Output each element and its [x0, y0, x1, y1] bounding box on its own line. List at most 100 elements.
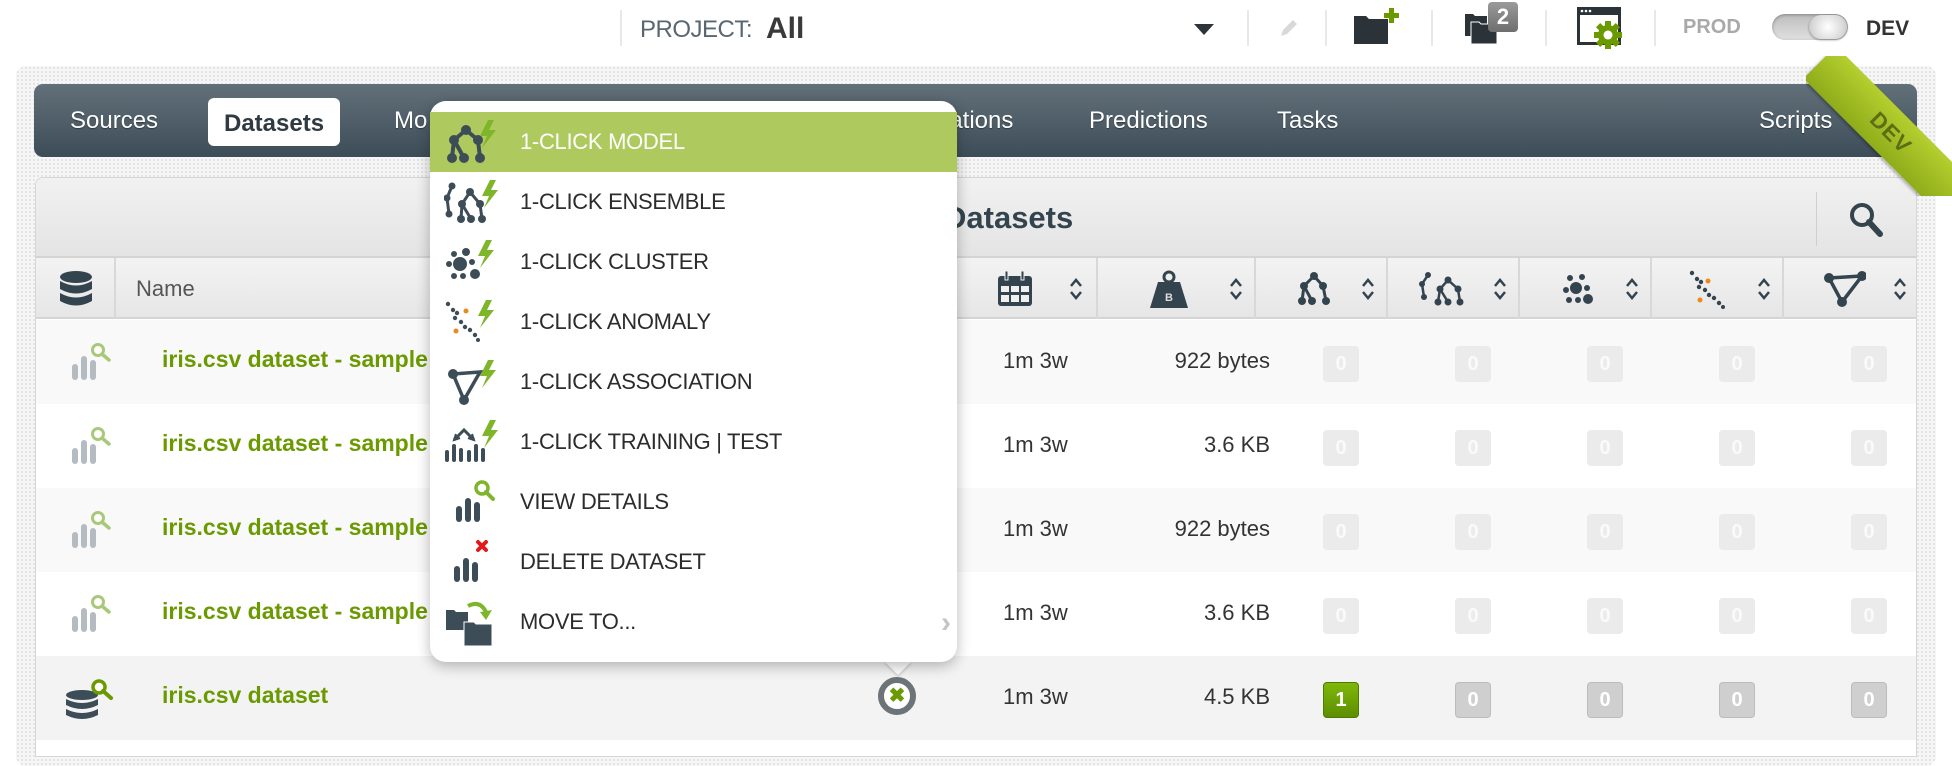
menu-item-label: DELETE DATASET [520, 549, 706, 574]
model-count-badge[interactable]: 0 [1323, 346, 1359, 382]
dataset-size: 3.6 KB [1203, 432, 1270, 457]
close-menu-button[interactable]: ✖ [878, 677, 916, 715]
anomaly-count-badge[interactable]: 0 [1719, 346, 1755, 382]
search-icon[interactable] [1846, 200, 1886, 240]
svg-text:B: B [1165, 292, 1173, 304]
top-bar: PROJECT: All 2 PROD DEV [0, 0, 1952, 60]
one-click-ensemble-icon [444, 180, 498, 223]
dataset-details-icon[interactable] [64, 678, 114, 720]
pencil-icon[interactable] [1277, 16, 1301, 40]
sample-dataset-icon[interactable] [64, 342, 114, 384]
header-anomalies[interactable] [1652, 258, 1784, 319]
dataset-name-link[interactable]: iris.csv dataset - sample [162, 598, 428, 625]
table-row[interactable]: iris.csv dataset - sample 1m 3w 3.6 KB 0 0 0 0… [36, 572, 1916, 656]
menu-item-delete-dataset[interactable]: DELETE DATASET [430, 532, 957, 592]
sort-icon[interactable] [1756, 276, 1772, 302]
table-row[interactable]: iris.csv dataset - sample 1m 3w 3.6 KB 0 0 0 0… [36, 404, 1916, 488]
nav-tasks[interactable]: Tasks [1277, 107, 1338, 135]
env-prod-label[interactable]: PROD [1683, 16, 1741, 39]
menu-item-1-click-model[interactable]: 1-CLICK MODEL [430, 112, 957, 172]
association-count-badge[interactable]: 0 [1851, 346, 1887, 382]
header-age[interactable] [956, 258, 1098, 319]
sort-icon[interactable] [1228, 276, 1244, 302]
env-dev-label[interactable]: DEV [1866, 17, 1909, 41]
sample-dataset-icon[interactable] [64, 594, 114, 636]
move-to-icon [446, 602, 493, 646]
cluster-count-badge[interactable]: 0 [1587, 430, 1623, 466]
table-row[interactable]: iris.csv dataset - sample 1m 3w 922 bytes 0… [36, 488, 1916, 572]
association-count-badge[interactable]: 0 [1851, 598, 1887, 634]
menu-item-move-to[interactable]: MOVE TO... › [430, 592, 957, 652]
header-associations[interactable] [1784, 258, 1916, 319]
divider [1654, 10, 1656, 46]
cluster-count-badge[interactable]: 0 [1587, 514, 1623, 550]
cluster-count-badge[interactable]: 0 [1587, 346, 1623, 382]
env-toggle[interactable] [1772, 14, 1848, 40]
model-count-badge[interactable]: 0 [1323, 598, 1359, 634]
ensemble-count-badge[interactable]: 0 [1455, 430, 1491, 466]
header-ensembles[interactable] [1388, 258, 1520, 319]
sort-icon[interactable] [1360, 276, 1376, 302]
model-count-badge[interactable]: 0 [1323, 514, 1359, 550]
nav-models[interactable]: Mo [394, 107, 427, 135]
sort-icon[interactable] [1892, 276, 1908, 302]
menu-item-1-click-association[interactable]: 1-CLICK ASSOCIATION [430, 352, 957, 412]
env-toggle-knob[interactable] [1809, 15, 1847, 39]
sample-dataset-icon[interactable] [64, 426, 114, 468]
ensemble-count-badge[interactable]: 0 [1455, 598, 1491, 634]
dataset-size: 3.6 KB [1203, 600, 1270, 625]
settings-window-icon[interactable] [1575, 5, 1625, 49]
header-models[interactable] [1256, 258, 1388, 319]
menu-item-1-click-cluster[interactable]: 1-CLICK CLUSTER [430, 232, 957, 292]
project-selector-value[interactable]: All [766, 12, 804, 46]
main-nav: Sources Datasets Mo iations Predictions … [34, 84, 1917, 157]
ensemble-count-badge[interactable]: 0 [1455, 346, 1491, 382]
menu-item-label: 1-CLICK MODEL [520, 129, 685, 154]
sort-icon[interactable] [1492, 276, 1508, 302]
anomaly-count-badge[interactable]: 0 [1719, 598, 1755, 634]
one-click-cluster-icon [446, 240, 494, 279]
divider [1545, 10, 1547, 46]
sort-icon[interactable] [1624, 276, 1640, 302]
new-folder-icon[interactable] [1352, 6, 1402, 46]
association-icon [1824, 271, 1866, 307]
cluster-count-badge[interactable]: 0 [1587, 682, 1623, 718]
project-dropdown-caret-icon[interactable] [1194, 24, 1214, 35]
table-row[interactable]: iris.csv dataset 1m 3w 4.5 KB 1 0 0 0 0 [36, 656, 1916, 740]
dataset-context-menu: 1-CLICK MODEL 1-CLICK ENSEMBLE 1-CLICK C… [430, 101, 957, 662]
dataset-name-link[interactable]: iris.csv dataset - sample [162, 514, 428, 541]
nav-datasets[interactable]: Datasets [208, 98, 341, 146]
dataset-name-link[interactable]: iris.csv dataset [162, 682, 328, 709]
ensemble-count-badge[interactable]: 0 [1455, 682, 1491, 718]
menu-item-1-click-ensemble[interactable]: 1-CLICK ENSEMBLE [430, 172, 957, 232]
table-row[interactable]: iris.csv dataset - sample 1m 3w 922 bytes 0… [36, 320, 1916, 404]
anomaly-count-badge[interactable]: 0 [1719, 682, 1755, 718]
datasets-table-panel: Datasets Name B iris.csv dataset - sampl… [35, 177, 1917, 757]
ensemble-count-badge[interactable]: 0 [1455, 514, 1491, 550]
menu-item-view-details[interactable]: VIEW DETAILS [430, 472, 957, 532]
menu-item-label: 1-CLICK ENSEMBLE [520, 189, 726, 214]
header-clusters[interactable] [1520, 258, 1652, 319]
model-count-badge[interactable]: 0 [1323, 430, 1359, 466]
menu-item-1-click-anomaly[interactable]: 1-CLICK ANOMALY [430, 292, 957, 352]
cluster-count-badge[interactable]: 0 [1587, 598, 1623, 634]
association-count-badge[interactable]: 0 [1851, 514, 1887, 550]
menu-item-1-click-training-test[interactable]: 1-CLICK TRAINING | TEST [430, 412, 957, 472]
association-count-badge[interactable]: 0 [1851, 682, 1887, 718]
close-icon: ✖ [888, 685, 906, 707]
dataset-age: 1m 3w [1003, 684, 1068, 709]
size-weight-icon: B [1150, 270, 1188, 308]
association-count-badge[interactable]: 0 [1851, 430, 1887, 466]
nav-predictions[interactable]: Predictions [1089, 107, 1208, 135]
anomaly-count-badge[interactable]: 0 [1719, 430, 1755, 466]
sort-icon[interactable] [1068, 276, 1084, 302]
sample-dataset-icon[interactable] [64, 510, 114, 552]
nav-sources[interactable]: Sources [70, 107, 158, 135]
model-count-badge[interactable]: 1 [1323, 682, 1359, 718]
dataset-age: 1m 3w [1003, 348, 1068, 373]
anomaly-count-badge[interactable]: 0 [1719, 514, 1755, 550]
header-size[interactable]: B [1098, 258, 1256, 319]
dataset-name-link[interactable]: iris.csv dataset - sample [162, 430, 428, 457]
divider [1325, 10, 1327, 46]
dataset-name-link[interactable]: iris.csv dataset - sample [162, 346, 428, 373]
